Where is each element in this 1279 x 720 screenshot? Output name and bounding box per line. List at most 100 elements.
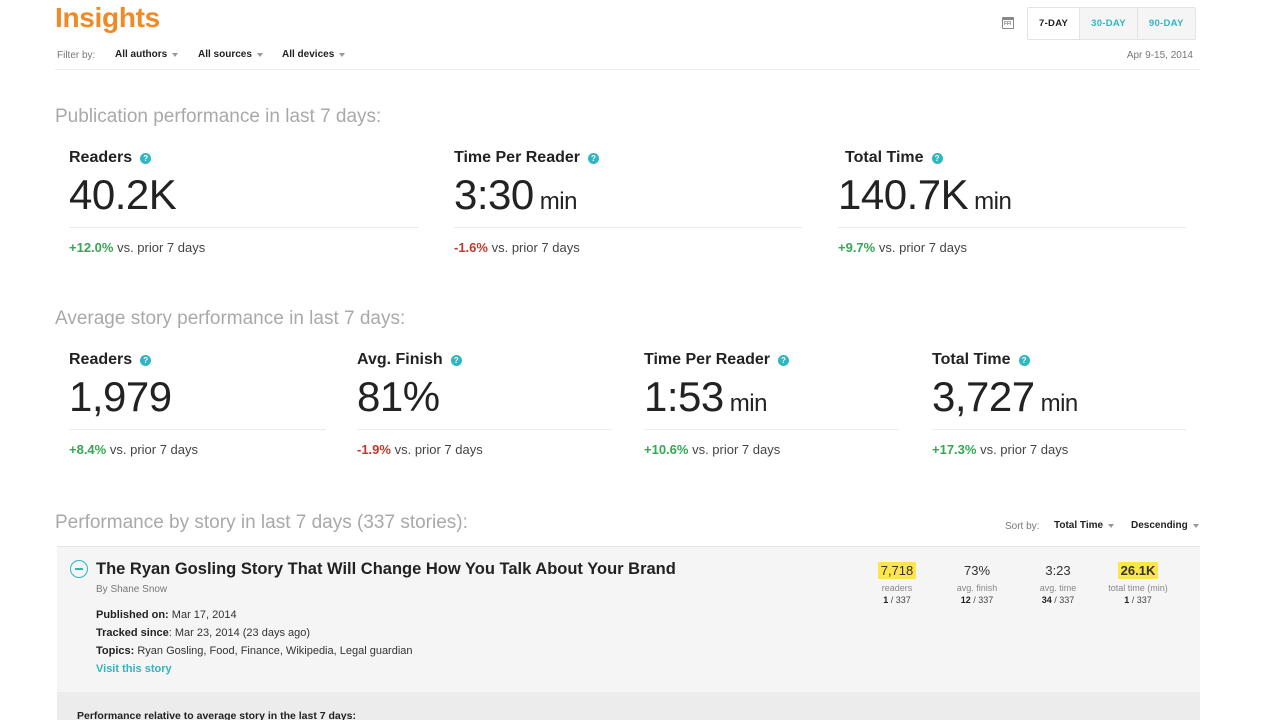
metric-label: Total Time — [932, 351, 1011, 368]
topics-list: Ryan Gosling, Food, Finance, Wikipedia, … — [137, 645, 413, 657]
avg-metric-total-time: Total Time? 3,727 min +17.3% vs. prior 7 … — [932, 351, 1186, 457]
published-label: Published on: — [96, 609, 169, 621]
metric-divider — [69, 227, 419, 228]
filter-label: Filter by: — [57, 50, 96, 61]
stat-rank: 34 — [1041, 595, 1052, 605]
help-icon[interactable]: ? — [588, 152, 599, 164]
metric-divider — [357, 429, 612, 430]
topics-label: Topics: — [96, 645, 135, 657]
filter-authors-label: All authors — [115, 49, 168, 60]
filter-devices-dropdown[interactable]: All devices — [282, 49, 346, 60]
metric-divider — [838, 227, 1186, 228]
avg-metric-finish: Avg. Finish? 81% -1.9% vs. prior 7 days — [357, 351, 612, 457]
story-title[interactable]: The Ryan Gosling Story That Will Change … — [96, 560, 676, 579]
stat-rank-total: / 337 — [1131, 595, 1152, 605]
metric-value: 1,979 — [69, 373, 172, 420]
stat-rank-total: / 337 — [890, 595, 911, 605]
metric-change: +8.4% — [69, 442, 107, 457]
sort-field-dropdown[interactable]: Total Time — [1054, 520, 1115, 531]
metric-unit: min — [539, 188, 578, 215]
published-date: Mar 17, 2014 — [171, 609, 237, 621]
stat-value: 3:23 — [1045, 563, 1071, 578]
range-30-day-button[interactable]: 30-DAY — [1079, 8, 1137, 39]
sort-order-label: Descending — [1131, 520, 1188, 531]
metric-change: -1.9% — [357, 442, 391, 457]
stat-label: avg. time — [1039, 583, 1077, 593]
header-divider — [55, 69, 1200, 70]
story-published: Published on: Mar 17, 2014 — [96, 609, 237, 621]
visit-story-link[interactable]: Visit this story — [96, 663, 172, 675]
sort-order-dropdown[interactable]: Descending — [1131, 520, 1199, 531]
average-section-title: Average story performance in last 7 days… — [55, 308, 406, 329]
filter-sources-label: All sources — [198, 49, 252, 60]
date-range-text: Apr 9-15, 2014 — [1126, 50, 1193, 61]
collapse-icon[interactable] — [70, 560, 88, 578]
metric-value: 40.2K — [69, 171, 177, 218]
pub-metric-total-time: Total Time? 140.7K min +9.7% vs. prior 7 … — [838, 149, 1186, 255]
metric-change-suffix: vs. prior 7 days — [117, 240, 206, 255]
metric-value: 81% — [357, 373, 440, 420]
metric-change-suffix: vs. prior 7 days — [109, 442, 199, 457]
pub-metric-time-per-reader: Time Per Reader? 3:30 min -1.6% vs. prior… — [454, 149, 802, 255]
metric-change: +10.6% — [644, 442, 689, 457]
stat-rank: 1 — [883, 595, 889, 605]
chevron-down-icon — [172, 52, 179, 57]
chevron-down-icon — [1108, 523, 1115, 528]
metric-change-suffix: vs. prior 7 days — [878, 240, 968, 255]
tracked-date: : Mar 23, 2014 (23 days ago) — [168, 627, 311, 639]
tracked-label: Tracked since — [96, 627, 169, 639]
calendar-icon[interactable] — [1002, 17, 1014, 29]
story-byline: By Shane Snow — [96, 584, 168, 595]
chevron-down-icon — [339, 52, 346, 57]
stat-rank: 12 — [960, 595, 971, 605]
help-icon[interactable]: ? — [140, 152, 152, 164]
metric-label: Readers — [69, 351, 133, 368]
story-stat-total-time: 26.1K total time (min) 1 / 337 — [1093, 562, 1183, 605]
story-tracked: Tracked since: Mar 23, 2014 (23 days ago… — [96, 627, 310, 639]
metric-divider — [454, 227, 802, 228]
range-7-day-button[interactable]: 7-DAY — [1028, 8, 1080, 39]
story-topics: Topics: Ryan Gosling, Food, Finance, Wik… — [96, 645, 413, 657]
metric-label: Readers — [69, 149, 133, 166]
stat-label: avg. finish — [956, 583, 998, 593]
stat-rank-total: / 337 — [1054, 595, 1075, 605]
metric-change-suffix: vs. prior 7 days — [394, 442, 483, 457]
metric-value: 3,727 — [932, 373, 1035, 420]
metric-label: Time Per Reader — [644, 351, 770, 368]
help-icon[interactable]: ? — [140, 354, 152, 366]
metric-change: -1.6% — [454, 240, 488, 255]
stat-rank: 1 — [1124, 595, 1130, 605]
metric-label: Time Per Reader — [454, 149, 580, 166]
metric-change-suffix: vs. prior 7 days — [980, 442, 1069, 457]
help-icon[interactable]: ? — [450, 354, 462, 366]
relative-performance-title: Performance relative to average story in… — [77, 710, 356, 720]
range-90-day-button[interactable]: 90-DAY — [1136, 8, 1195, 39]
filter-sources-dropdown[interactable]: All sources — [198, 49, 263, 60]
filter-authors-dropdown[interactable]: All authors — [115, 49, 179, 60]
metric-unit: min — [729, 390, 768, 417]
sort-field-label: Total Time — [1054, 520, 1104, 531]
metric-change: +12.0% — [69, 240, 114, 255]
metric-divider — [644, 429, 899, 430]
filter-devices-label: All devices — [282, 49, 335, 60]
metric-change-suffix: vs. prior 7 days — [491, 240, 580, 255]
metric-value: 140.7K — [838, 171, 969, 218]
metric-label: Total Time — [845, 149, 924, 166]
stat-value: 7,718 — [877, 562, 917, 579]
help-icon[interactable]: ? — [778, 354, 789, 366]
metric-unit: min — [1040, 390, 1079, 417]
chevron-down-icon — [256, 52, 263, 57]
story-stat-time: 3:23 avg. time 34 / 337 — [1013, 562, 1103, 605]
page-title: Insights — [55, 2, 160, 33]
help-icon[interactable]: ? — [931, 152, 943, 164]
avg-metric-time-per-reader: Time Per Reader? 1:53 min +10.6% vs. prio… — [644, 351, 899, 457]
metric-value: 3:30 — [454, 171, 534, 218]
sort-label: Sort by: — [1005, 521, 1040, 532]
metric-value: 1:53 — [644, 373, 724, 420]
date-range-selector: 7-DAY 30-DAY 90-DAY — [1027, 7, 1196, 40]
metric-change: +17.3% — [932, 442, 977, 457]
stories-section-title: Performance by story in last 7 days (337… — [55, 512, 468, 533]
chevron-down-icon — [1192, 523, 1199, 528]
stat-label: readers — [881, 583, 913, 593]
help-icon[interactable]: ? — [1018, 354, 1030, 366]
